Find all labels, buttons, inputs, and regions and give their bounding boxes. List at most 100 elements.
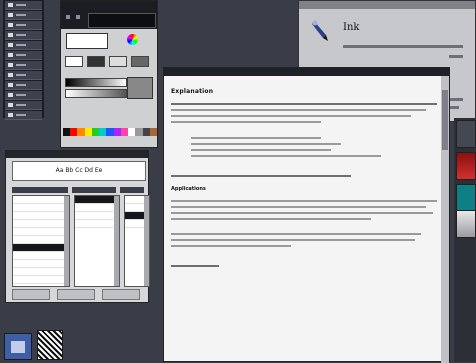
list-item[interactable] <box>13 220 69 228</box>
color-wheel-icon[interactable] <box>127 34 138 45</box>
font-style-list[interactable] <box>74 195 120 287</box>
list-item[interactable] <box>13 260 69 268</box>
palette-swatch[interactable] <box>70 128 78 136</box>
about-titlebar[interactable] <box>299 1 475 9</box>
scrollbar[interactable] <box>114 196 119 286</box>
text-line <box>171 103 437 105</box>
palette-swatch[interactable] <box>135 128 143 136</box>
family-column-header[interactable] <box>12 187 68 193</box>
size-column-header[interactable] <box>120 187 144 193</box>
text-line <box>171 109 426 111</box>
tool-button[interactable] <box>5 61 42 70</box>
tool-icon[interactable] <box>456 120 476 148</box>
color-palette[interactable] <box>63 128 158 136</box>
palette-swatch[interactable] <box>77 128 85 136</box>
pattern-icon[interactable] <box>37 330 63 360</box>
palette-swatch[interactable] <box>120 128 129 136</box>
text-line <box>171 212 433 214</box>
text-line <box>171 265 219 267</box>
text-line <box>171 218 371 220</box>
right-dock <box>454 118 476 362</box>
list-item[interactable] <box>75 204 119 212</box>
about-line <box>449 55 463 58</box>
list-item[interactable] <box>13 204 69 212</box>
palette-swatch[interactable] <box>99 128 107 136</box>
window-manager-icon[interactable] <box>4 333 32 360</box>
tool-button[interactable] <box>5 101 42 110</box>
swatch[interactable] <box>131 56 149 67</box>
tool-button[interactable] <box>5 81 42 90</box>
ok-button[interactable] <box>12 289 50 300</box>
text-line <box>171 239 415 241</box>
tool-button[interactable] <box>5 11 42 20</box>
swatch[interactable] <box>109 56 127 67</box>
list-item-selected[interactable] <box>75 196 119 204</box>
minimize-icon[interactable] <box>76 15 80 19</box>
current-color-swatch[interactable] <box>127 77 153 99</box>
palette-swatch[interactable] <box>91 128 100 136</box>
palette-swatch[interactable] <box>142 128 150 136</box>
style-column-header[interactable] <box>72 187 116 193</box>
color-well[interactable] <box>88 13 156 28</box>
text-line <box>171 175 351 177</box>
tool-strip <box>3 0 44 120</box>
text-line <box>191 143 341 145</box>
app-title: Ink <box>343 22 360 33</box>
color-panel <box>60 0 158 148</box>
brightness-slider[interactable] <box>65 78 127 87</box>
list-item[interactable] <box>13 268 69 276</box>
swatch[interactable] <box>87 56 105 67</box>
tool-button[interactable] <box>5 111 42 120</box>
palette-swatch[interactable] <box>149 128 158 136</box>
font-family-list[interactable] <box>12 195 70 287</box>
close-icon[interactable] <box>66 15 70 19</box>
list-item[interactable] <box>13 252 69 260</box>
list-item-selected[interactable] <box>13 244 69 252</box>
list-item[interactable] <box>13 236 69 244</box>
section-heading: Explanation <box>171 88 214 95</box>
list-item[interactable] <box>13 228 69 236</box>
cancel-button[interactable] <box>102 289 140 300</box>
palette-swatch[interactable] <box>106 128 114 136</box>
font-dialog-titlebar[interactable] <box>6 151 148 158</box>
tool-button[interactable] <box>5 31 42 40</box>
tool-button[interactable] <box>5 1 42 10</box>
list-item[interactable] <box>75 212 119 220</box>
tool-button[interactable] <box>5 91 42 100</box>
text-line <box>171 233 421 235</box>
tool-button[interactable] <box>5 71 42 80</box>
palette-swatch[interactable] <box>63 128 71 136</box>
help-scrollbar[interactable] <box>441 76 449 363</box>
text-line <box>171 206 426 208</box>
panel-titlebar[interactable] <box>61 1 157 29</box>
scrollbar[interactable] <box>64 196 69 286</box>
tool-button[interactable] <box>5 41 42 50</box>
tool-button[interactable] <box>5 51 42 60</box>
list-item[interactable] <box>13 212 69 220</box>
help-titlebar[interactable] <box>164 68 449 76</box>
ni-logo-icon[interactable] <box>456 184 476 212</box>
person-icon[interactable] <box>456 210 476 238</box>
swatch-row <box>65 56 149 67</box>
palette-swatch[interactable] <box>84 128 92 136</box>
apply-button[interactable] <box>57 289 95 300</box>
scrollbar-thumb[interactable] <box>442 90 448 150</box>
text-line <box>171 121 321 123</box>
scrollbar[interactable] <box>144 196 149 286</box>
red-object-icon[interactable] <box>456 152 476 180</box>
ink-pen-icon <box>312 20 328 41</box>
font-sample: Aa Bb Cc Dd Ee <box>12 161 146 181</box>
list-item[interactable] <box>13 276 69 284</box>
tool-button[interactable] <box>5 21 42 30</box>
saturation-slider[interactable] <box>65 89 127 98</box>
list-item[interactable] <box>13 196 69 204</box>
help-viewer-window: Explanation Applications <box>163 67 450 363</box>
list-item[interactable] <box>75 220 119 228</box>
palette-swatch[interactable] <box>113 128 121 136</box>
font-size-list[interactable] <box>124 195 150 287</box>
text-line <box>191 137 321 139</box>
text-line <box>171 245 291 247</box>
swatch[interactable] <box>65 56 83 67</box>
about-line <box>343 45 463 48</box>
palette-swatch[interactable] <box>128 128 136 136</box>
